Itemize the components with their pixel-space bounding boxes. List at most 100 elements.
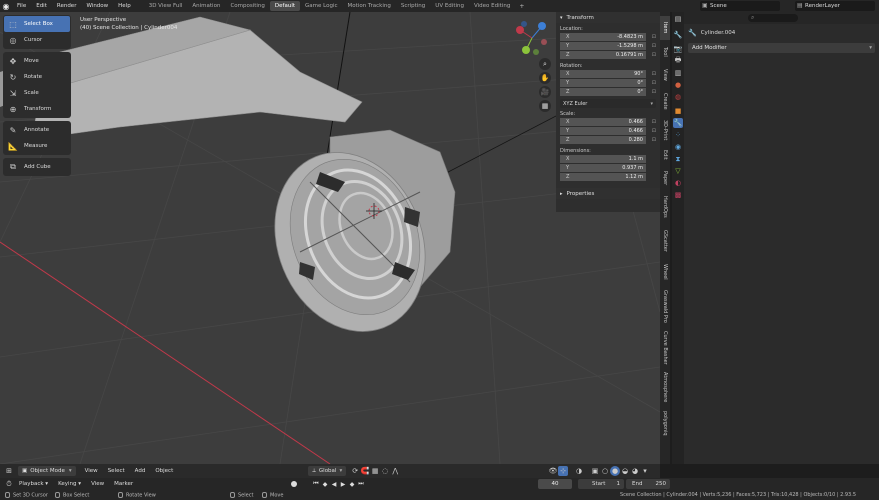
snap-icon[interactable]: 🧲 [360,466,370,476]
jump-start-icon[interactable]: ⏮ [312,479,320,489]
menu-edit[interactable]: Edit [31,0,52,12]
dimensions-x-field[interactable]: X 1.1 m [560,155,646,164]
menu-file[interactable]: File [12,0,31,12]
workspace-tab-uv-editing[interactable]: UV Editing [430,1,469,11]
start-frame-field[interactable]: Start 1 [578,479,624,489]
lock-icon[interactable]: ⊡ [652,52,656,58]
wing-mesh[interactable] [34,29,363,135]
chevron-down-icon[interactable]: ▾ [640,466,650,476]
lock-icon[interactable]: ⊡ [652,80,656,86]
tool-annotate[interactable]: ✎ Annotate [4,122,70,138]
workspace-tab-video-editing[interactable]: Video Editing [469,1,515,11]
texture-icon[interactable]: ▩ [673,190,683,200]
data-icon[interactable]: ▽ [673,166,683,176]
lock-icon[interactable]: ⊡ [652,119,656,125]
menu-window[interactable]: Window [81,0,113,12]
timeline-editor-icon[interactable]: ⏱ [4,479,14,489]
pivot-icon[interactable]: ⟳ [350,466,360,476]
lock-icon[interactable]: ⊡ [652,137,656,143]
particles-icon[interactable]: ⁘ [673,130,683,140]
menu-add[interactable]: Add [130,468,151,474]
add-workspace-button[interactable]: + [515,3,528,10]
proportional-edit-icon[interactable]: ◌ [380,466,390,476]
material-shading-icon[interactable]: ◒ [620,466,630,476]
visibility-icon[interactable]: 👁 [548,466,558,476]
menu-select[interactable]: Select [103,468,130,474]
menu-object[interactable]: Object [150,468,178,474]
ortho-grid-icon[interactable]: ▦ [539,100,551,112]
lock-icon[interactable]: ⊡ [652,34,656,40]
snap-target-icon[interactable]: ▦ [370,466,380,476]
prev-keyframe-icon[interactable]: ◆ [321,479,329,489]
scale-y-field[interactable]: Y 0.466 ⊡ [560,127,656,136]
tab-tool[interactable]: Tool [660,42,670,62]
tool-settings-icon[interactable]: 🔧 [673,30,683,40]
workspace-tab-game-logic[interactable]: Game Logic [300,1,343,11]
material-icon[interactable]: ◐ [673,178,683,188]
scene-props-icon[interactable]: ● [673,80,683,90]
tool-move[interactable]: ✥ Move [4,53,70,69]
tool-rotate[interactable]: ↻ Rotate [4,69,70,85]
tab-paper[interactable]: Paper [660,166,670,190]
menu-marker[interactable]: Marker [109,481,138,487]
tab-item[interactable]: Item [660,16,670,40]
jump-end-icon[interactable]: ⏭ [357,479,365,489]
play-reverse-icon[interactable]: ◀ [330,479,338,489]
overlays-icon[interactable]: ◑ [574,466,584,476]
orientation-dropdown[interactable]: ⟂ Global ▾ [308,466,347,476]
wireframe-shading-icon[interactable]: ○ [600,466,610,476]
menu-view[interactable]: View [80,468,103,474]
rendered-shading-icon[interactable]: ◕ [630,466,640,476]
modifier-props-icon[interactable]: 🔧 [673,118,683,128]
dimensions-y-field[interactable]: Y 0.937 m [560,164,646,173]
record-keyframe-icon[interactable] [291,481,297,487]
tab-atmosphere[interactable]: Atmosphere [660,370,670,404]
tab-view[interactable]: View [660,64,670,86]
menu-keying[interactable]: Keying ▾ [53,481,86,487]
menu-render[interactable]: Render [52,0,82,12]
world-icon[interactable]: ◍ [673,92,683,102]
workspace-tab-scripting[interactable]: Scripting [396,1,430,11]
workspace-tab-compositing[interactable]: Compositing [225,1,269,11]
tab-wheel[interactable]: Wheel [660,260,670,284]
tab-create[interactable]: Create [660,88,670,114]
render-layer-selector[interactable]: ▤ RenderLayer [795,1,875,11]
workspace-tab-animation[interactable]: Animation [187,1,225,11]
physics-icon[interactable]: ◉ [673,142,683,152]
cylinder-mesh[interactable] [249,129,456,355]
workspace-tab-motion-tracking[interactable]: Motion Tracking [343,1,396,11]
editor-type-icon[interactable]: ⊞ [4,466,14,476]
menu-help[interactable]: Help [113,0,136,12]
next-keyframe-icon[interactable]: ◆ [348,479,356,489]
menu-view[interactable]: View [86,481,109,487]
tab-curve-basher[interactable]: Curve Basher [660,328,670,368]
constraints-icon[interactable]: ⧗ [673,154,683,164]
xray-icon[interactable]: ▣ [590,466,600,476]
rotation-mode-dropdown[interactable]: XYZ Euler ▾ [560,99,656,108]
scale-z-field[interactable]: Z 0.280 ⊡ [560,136,656,145]
scale-x-field[interactable]: X 0.466 ⊡ [560,118,656,127]
play-icon[interactable]: ▶ [339,479,347,489]
tab-gscatter[interactable]: GScatter [660,224,670,258]
lock-icon[interactable]: ⊡ [652,43,656,49]
falloff-icon[interactable]: ⋀ [390,466,400,476]
lock-icon[interactable]: ⊡ [652,71,656,77]
output-icon[interactable]: 🖶 [673,56,683,66]
solid-shading-icon[interactable]: ● [610,466,620,476]
object-props-icon[interactable]: ■ [673,106,683,116]
location-z-field[interactable]: Z 0.16791 m ⊡ [560,51,656,60]
location-x-field[interactable]: X -8.4823 m ⊡ [560,33,656,42]
tab-graswald-pro[interactable]: Graswald Pro [660,286,670,326]
render-icon[interactable]: 📷 [673,44,683,54]
camera-view-icon[interactable]: 🎥 [539,86,551,98]
zoom-icon[interactable]: ⌕ [539,58,551,70]
location-y-field[interactable]: Y -1.5298 m ⊡ [560,42,656,51]
rotation-x-field[interactable]: X 90° ⊡ [560,70,656,79]
mode-dropdown[interactable]: ▣ Object Mode ▾ [18,466,76,476]
lock-icon[interactable]: ⊡ [652,89,656,95]
add-modifier-button[interactable]: Add Modifier ▾ [688,43,875,53]
editor-type-icon[interactable]: ▤ [673,14,683,24]
tab-polygoniq[interactable]: polygoniq [660,406,670,440]
navigation-gizmo[interactable] [512,18,552,58]
tool-scale[interactable]: ⇲ Scale [4,85,70,101]
